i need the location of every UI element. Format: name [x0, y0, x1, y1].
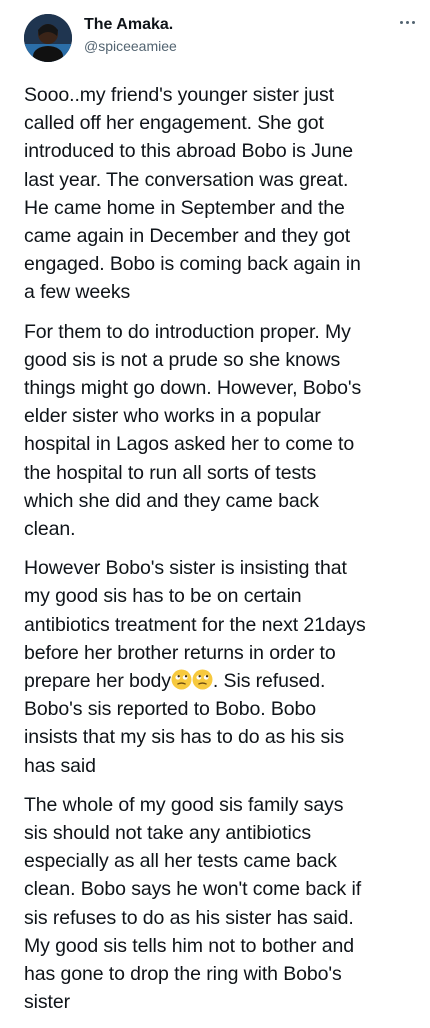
tweet-paragraph-1: Sooo..my friend's younger sister just ca… — [24, 84, 361, 304]
tweet-paragraph-3: However Bobo's sister is insisting that … — [24, 554, 416, 780]
tweet-paragraph-2: For them to do introduction proper. My g… — [24, 320, 362, 541]
tweet-paragraph-4: The whole of my good sis family says sis… — [24, 793, 362, 1014]
avatar[interactable] — [24, 14, 72, 62]
eye-roll-emoji-icon — [192, 669, 213, 690]
author-handle[interactable]: @spiceeamiee — [84, 37, 177, 55]
eye-roll-emoji-icon — [171, 669, 192, 690]
tweet-header: The Amaka. @spiceeamiee — [0, 0, 430, 74]
tweet-text: Sooo..my friend's younger sister just ca… — [24, 81, 416, 1028]
author-name[interactable]: The Amaka. — [84, 15, 173, 35]
profile-photo-icon — [24, 14, 72, 62]
more-options-icon[interactable] — [392, 12, 422, 32]
